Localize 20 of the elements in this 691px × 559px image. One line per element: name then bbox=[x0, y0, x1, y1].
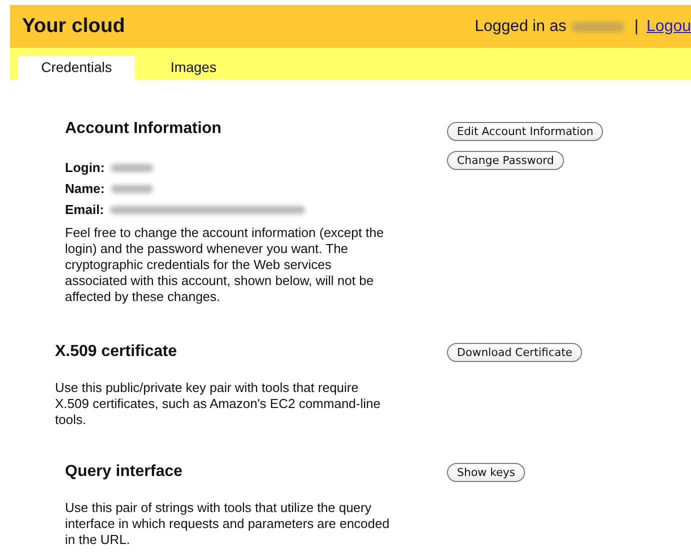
site-title: Your cloud bbox=[22, 15, 125, 38]
description-text: Use this pair of strings with tools that utilize the query interface in which requests and parameters are encoded in the URL. bbox=[65, 500, 390, 548]
action-button[interactable]: Edit Account Information bbox=[447, 122, 604, 141]
section-title: X.509 certificate bbox=[55, 343, 178, 361]
section-title: Query interface bbox=[65, 463, 184, 481]
separator: | bbox=[634, 18, 638, 36]
field-label: Name: bbox=[65, 181, 105, 196]
redacted-username bbox=[572, 22, 624, 32]
section-title: Account Information bbox=[65, 120, 222, 138]
tab[interactable]: Credentials bbox=[18, 56, 135, 80]
field-label: Email: bbox=[65, 202, 104, 217]
tab[interactable]: Images bbox=[135, 56, 252, 80]
logout-link[interactable]: Logou bbox=[646, 18, 691, 36]
description-text: Use this public/private key pair with tools that require X.509 certificates, such as Amazon's EC2 command-line tools. bbox=[55, 380, 381, 428]
description-text: Feel free to change the account information (except the login) and the password whenever you want. The cryptographic credentials for the Web services associated with this account, shown below, will not be affected by these changes. bbox=[65, 225, 385, 305]
action-button[interactable]: Download Certificate bbox=[447, 343, 582, 362]
logged-in-label: Logged in as bbox=[474, 18, 566, 36]
action-button[interactable]: Show keys bbox=[447, 463, 526, 482]
action-button[interactable]: Change Password bbox=[447, 151, 564, 170]
field-label: Login: bbox=[65, 160, 105, 175]
